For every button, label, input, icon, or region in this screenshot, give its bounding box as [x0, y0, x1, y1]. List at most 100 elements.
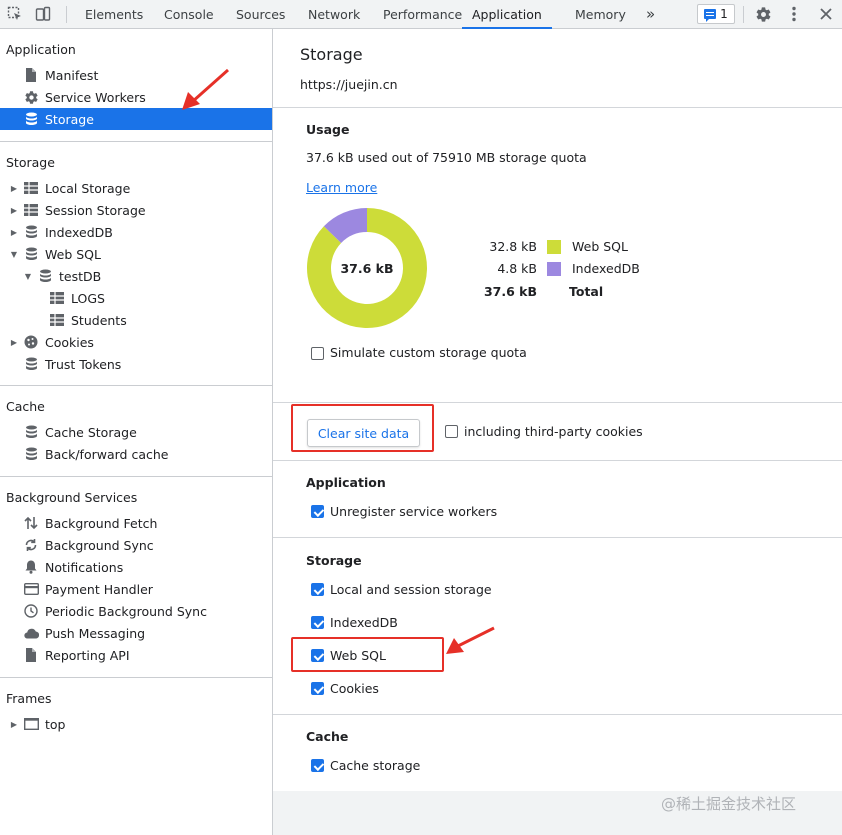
sidebar-section-cache: Cache: [6, 399, 45, 414]
tab-elements[interactable]: Elements: [85, 0, 143, 29]
sidebar-item-periodic-background-sync[interactable]: Periodic Background Sync: [0, 600, 272, 622]
sidebar-item-push-messaging[interactable]: Push Messaging: [0, 622, 272, 644]
sidebar-item-label: Web SQL: [45, 246, 101, 262]
database-icon: [37, 268, 53, 284]
third-party-cookies-label: including third-party cookies: [464, 424, 643, 439]
sidebar-item-label: LOGS: [71, 290, 105, 306]
sidebar-item-session-storage[interactable]: ▶ Session Storage: [0, 199, 272, 221]
highlight-annotation: [291, 404, 434, 452]
expand-arrow-icon[interactable]: ▶: [9, 228, 19, 237]
tab-application[interactable]: Application: [462, 0, 552, 29]
sidebar-section-frames: Frames: [6, 691, 52, 706]
cache-storage-label: Cache storage: [330, 758, 421, 773]
section-divider: [273, 402, 842, 403]
section-divider: [273, 460, 842, 461]
clock-icon: [23, 603, 39, 619]
sidebar-item-label: Students: [71, 312, 127, 328]
legend-value: 37.6 kB: [483, 284, 537, 299]
issues-badge[interactable]: 1: [697, 4, 735, 24]
sidebar-item-label: top: [45, 716, 66, 732]
unregister-service-workers-label: Unregister service workers: [330, 504, 498, 519]
collapse-arrow-icon[interactable]: ▼: [23, 272, 33, 281]
up-down-arrows-icon: [23, 515, 39, 531]
legend-value: 4.8 kB: [497, 261, 537, 276]
expand-arrow-icon[interactable]: ▶: [9, 720, 19, 729]
file-icon: [23, 647, 39, 663]
device-toggle-icon[interactable]: [33, 4, 53, 24]
grid-icon: [23, 202, 39, 218]
highlight-annotation: [291, 637, 444, 672]
toolbar-separator: [743, 6, 744, 23]
sidebar-item-back-forward-cache[interactable]: Back/forward cache: [0, 443, 272, 465]
devtools-toolbar: Elements Console Sources Network Perform…: [0, 0, 842, 29]
database-icon: [23, 224, 39, 240]
frame-icon: [23, 716, 39, 732]
storage-panel: Storage https://juejin.cn Usage 37.6 kB …: [273, 29, 842, 835]
legend-label: Web SQL: [572, 239, 628, 254]
sidebar-item-background-fetch[interactable]: Background Fetch: [0, 512, 272, 534]
legend-row-web-sql: 32.8 kB Web SQL: [473, 239, 733, 257]
sidebar-item-label: IndexedDB: [45, 224, 113, 240]
sidebar-item-frame-top[interactable]: ▶ top: [0, 713, 272, 735]
database-icon: [23, 424, 39, 440]
legend-swatch: [547, 240, 561, 254]
third-party-cookies-checkbox[interactable]: [445, 425, 458, 438]
tab-performance[interactable]: Performance: [383, 0, 462, 29]
database-icon: [23, 356, 39, 372]
legend-swatch: [547, 262, 561, 276]
sidebar-item-label: Payment Handler: [45, 581, 153, 597]
sidebar-item-label: Cookies: [45, 334, 94, 350]
sidebar-item-cookies[interactable]: ▶ Cookies: [0, 331, 272, 353]
tab-network[interactable]: Network: [308, 0, 360, 29]
close-icon[interactable]: [816, 4, 836, 24]
sidebar-item-testdb[interactable]: ▼ testDB: [0, 265, 272, 287]
sidebar-item-indexeddb[interactable]: ▶ IndexedDB: [0, 221, 272, 243]
expand-arrow-icon[interactable]: ▶: [9, 206, 19, 215]
sidebar-item-reporting-api[interactable]: Reporting API: [0, 644, 272, 666]
sidebar-item-trust-tokens[interactable]: Trust Tokens: [0, 353, 272, 375]
legend-value: 32.8 kB: [489, 239, 537, 254]
sidebar-section-background-services: Background Services: [6, 490, 138, 505]
legend-row-total: 37.6 kB Total: [473, 284, 733, 302]
usage-heading: Usage: [306, 122, 350, 137]
legend-label: IndexedDB: [572, 261, 640, 276]
local-session-storage-checkbox[interactable]: [311, 583, 324, 596]
collapse-arrow-icon[interactable]: ▼: [9, 250, 19, 259]
expand-arrow-icon[interactable]: ▶: [9, 184, 19, 193]
sidebar-item-local-storage[interactable]: ▶ Local Storage: [0, 177, 272, 199]
more-vert-icon[interactable]: [784, 4, 804, 24]
grid-icon: [49, 312, 65, 328]
section-divider: [273, 537, 842, 538]
tab-console[interactable]: Console: [164, 0, 214, 29]
sidebar-divider: [0, 476, 272, 477]
tab-sources[interactable]: Sources: [236, 0, 285, 29]
sidebar-item-background-sync[interactable]: Background Sync: [0, 534, 272, 556]
grid-icon: [23, 180, 39, 196]
sidebar-item-students[interactable]: Students: [0, 309, 272, 331]
gear-icon: [23, 89, 39, 105]
cache-heading: Cache: [306, 729, 349, 744]
sidebar-item-label: Storage: [45, 111, 94, 127]
learn-more-link[interactable]: Learn more: [306, 180, 377, 195]
tab-memory[interactable]: Memory: [575, 0, 626, 29]
sidebar-item-logs[interactable]: LOGS: [0, 287, 272, 309]
cache-storage-checkbox[interactable]: [311, 759, 324, 772]
simulate-quota-checkbox[interactable]: [311, 347, 324, 360]
sidebar-item-label: Background Fetch: [45, 515, 158, 531]
annotation-arrow-icon: [182, 68, 229, 110]
usage-summary: 37.6 kB used out of 75910 MB storage quo…: [306, 150, 587, 165]
sidebar-item-web-sql[interactable]: ▼ Web SQL: [0, 243, 272, 265]
issues-count: 1: [720, 7, 728, 21]
sync-icon: [23, 537, 39, 553]
more-tabs-button[interactable]: »: [646, 0, 655, 29]
cookies-checkbox[interactable]: [311, 682, 324, 695]
section-divider: [273, 107, 842, 108]
unregister-service-workers-checkbox[interactable]: [311, 505, 324, 518]
expand-arrow-icon[interactable]: ▶: [9, 338, 19, 347]
sidebar-item-notifications[interactable]: Notifications: [0, 556, 272, 578]
indexeddb-checkbox[interactable]: [311, 616, 324, 629]
inspect-icon[interactable]: [5, 4, 25, 24]
gear-icon[interactable]: [753, 4, 773, 24]
sidebar-item-cache-storage[interactable]: Cache Storage: [0, 421, 272, 443]
sidebar-item-payment-handler[interactable]: Payment Handler: [0, 578, 272, 600]
